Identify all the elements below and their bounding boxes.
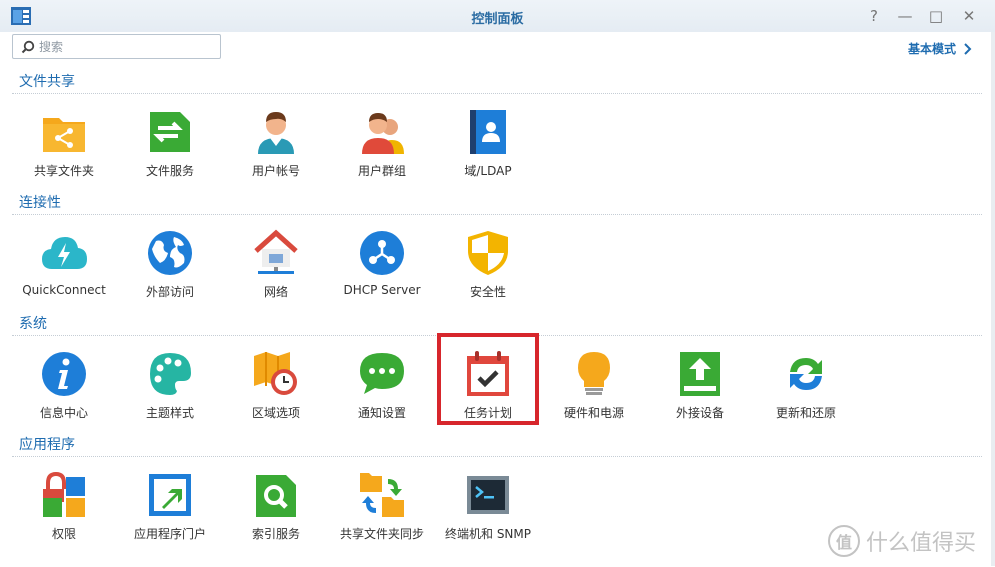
user-group-icon (362, 113, 404, 154)
watermark: 值 什么值得买 (828, 525, 976, 557)
shield-icon (468, 231, 508, 275)
item-label: 共享文件夹 (33, 164, 94, 178)
search-input[interactable] (39, 37, 214, 56)
folder-sync-icon (360, 473, 404, 517)
section-divider (12, 93, 982, 94)
item-label: 权限 (51, 527, 76, 541)
search-box[interactable] (12, 34, 221, 59)
item-label: 更新和还原 (775, 406, 836, 420)
item-label: 域/LDAP (464, 164, 512, 178)
file-services-item[interactable]: 文件服务 (120, 106, 220, 204)
section-title-system: 系统 (19, 316, 47, 332)
item-label: 外部访问 (145, 285, 194, 299)
item-label: 网络 (263, 285, 288, 299)
security-item[interactable]: 安全性 (438, 227, 538, 325)
dhcp-server-item[interactable]: DHCP Server (332, 227, 432, 325)
dhcp-network-icon (360, 231, 404, 275)
palette-icon (150, 353, 191, 395)
watermark-text: 什么值得买 (866, 531, 977, 556)
item-label: 用户群组 (357, 164, 406, 178)
application-portal-item[interactable]: 应用程序门户 (120, 469, 220, 567)
shared-folder-sync-item[interactable]: 共享文件夹同步 (332, 469, 432, 567)
refresh-icon (790, 358, 822, 390)
theme-item[interactable]: 主题样式 (120, 348, 220, 446)
terminal-icon (467, 476, 509, 514)
item-label: 终端机和 SNMP (445, 527, 531, 541)
lock-grid-icon (43, 471, 85, 517)
item-label: DHCP Server (343, 283, 421, 297)
regional-options-item[interactable]: 区域选项 (226, 348, 326, 446)
section-title-applications: 应用程序 (19, 437, 75, 453)
item-label: 主题样式 (145, 406, 194, 420)
basic-mode-label: 基本模式 (908, 42, 957, 56)
section-title-connectivity: 连接性 (19, 195, 61, 211)
file-services-icon (150, 112, 190, 152)
notification-item[interactable]: 通知设置 (332, 348, 432, 446)
item-label: 用户帐号 (251, 164, 300, 178)
minimize-button[interactable]: — (895, 6, 915, 26)
external-devices-item[interactable]: 外接设备 (650, 348, 750, 446)
item-label: 共享文件夹同步 (339, 527, 424, 541)
indexing-service-item[interactable]: 索引服务 (226, 469, 326, 567)
help-button[interactable]: ? (864, 6, 884, 26)
close-button[interactable]: ✕ (959, 6, 979, 26)
maximize-button[interactable]: □ (926, 6, 946, 26)
item-label: 外接设备 (675, 406, 724, 420)
shared-folder-icon (43, 118, 85, 152)
user-account-item[interactable]: 用户帐号 (226, 106, 326, 204)
quickconnect-item[interactable]: QuickConnect (14, 227, 114, 325)
item-label: QuickConnect (22, 283, 106, 297)
external-access-item[interactable]: 外部访问 (120, 227, 220, 325)
watermark-badge: 值 (828, 525, 860, 557)
document-search-icon (256, 475, 296, 517)
right-edge (991, 32, 995, 566)
item-label: 应用程序门户 (133, 527, 206, 541)
title-bar: 控制面板 ? — □ ✕ (0, 0, 995, 32)
section-divider (12, 456, 982, 457)
shared-folder-item[interactable]: 共享文件夹 (14, 106, 114, 204)
terminal-snmp-item[interactable]: 终端机和 SNMP (438, 469, 538, 567)
user-group-item[interactable]: 用户群组 (332, 106, 432, 204)
basic-mode-link[interactable]: 基本模式 (908, 40, 972, 57)
privileges-item[interactable]: 权限 (14, 469, 114, 567)
item-label: 通知设置 (357, 406, 406, 420)
item-label: 区域选项 (251, 406, 300, 420)
external-drive-icon (680, 352, 720, 396)
item-label: 文件服务 (145, 164, 194, 178)
map-clock-icon (254, 352, 297, 395)
lightbulb-icon (578, 352, 610, 395)
domain-ldap-item[interactable]: 域/LDAP (438, 106, 538, 204)
item-label: 硬件和电源 (563, 406, 624, 420)
section-title-file-sharing: 文件共享 (19, 74, 75, 90)
item-label: 安全性 (469, 285, 506, 299)
item-label: 信息中心 (39, 406, 88, 420)
network-house-icon (254, 229, 298, 274)
network-item[interactable]: 网络 (226, 227, 326, 325)
item-label: 索引服务 (251, 527, 300, 541)
portal-arrow-icon (149, 474, 191, 516)
info-center-item[interactable]: 信息中心 (14, 348, 114, 446)
window-title: 控制面板 (471, 12, 524, 27)
update-restore-item[interactable]: 更新和还原 (756, 348, 856, 446)
hardware-power-item[interactable]: 硬件和电源 (544, 348, 644, 446)
chevron-right-icon (964, 42, 972, 55)
globe-icon (148, 231, 192, 275)
chat-bubble-icon (360, 353, 404, 394)
user-icon (258, 112, 294, 154)
search-icon (21, 40, 35, 54)
task-scheduler-highlight-box (437, 333, 539, 425)
info-icon (42, 352, 86, 396)
address-book-icon (470, 110, 506, 154)
quickconnect-icon (42, 237, 87, 269)
section-divider (12, 214, 982, 215)
